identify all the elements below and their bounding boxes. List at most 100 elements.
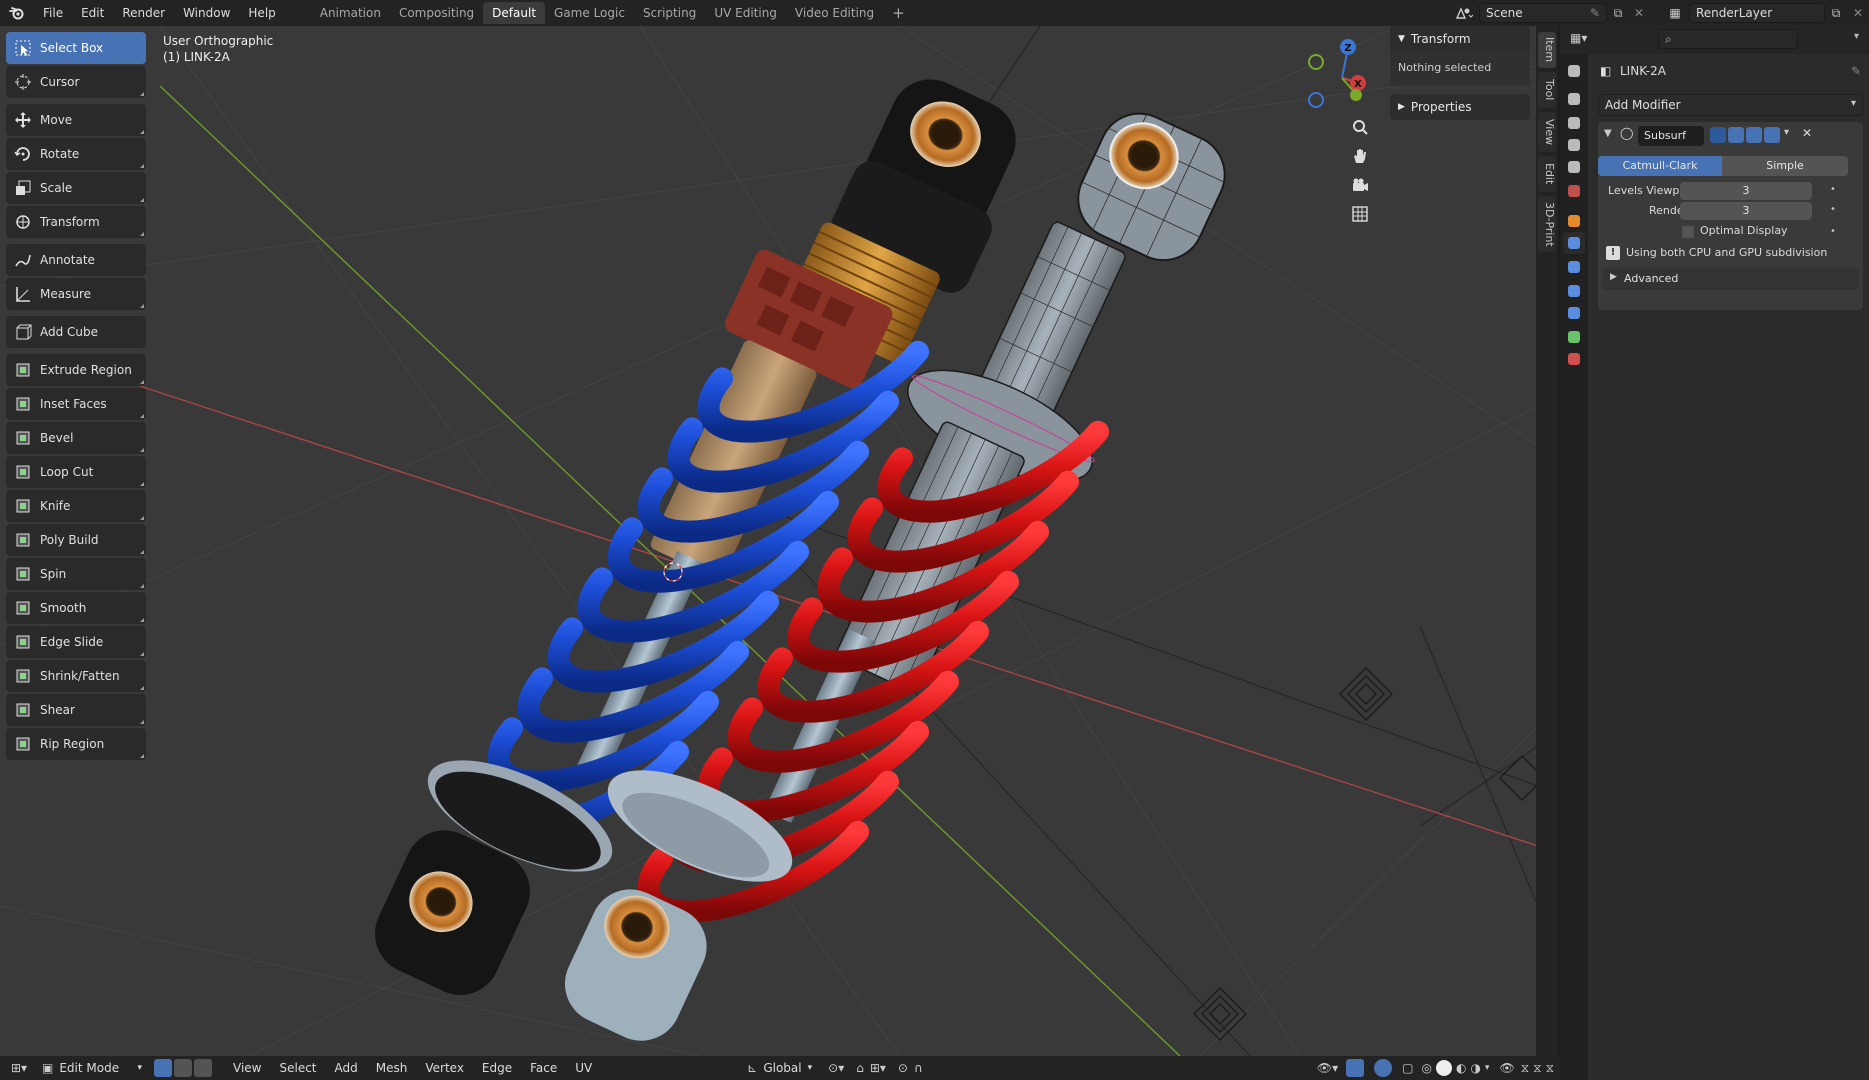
optimal-display-checkbox[interactable] [1682, 226, 1694, 238]
delete-view-layer-icon[interactable]: ✕ [1847, 6, 1869, 20]
tool-shrink-fatten[interactable]: Shrink/Fatten [6, 660, 146, 692]
tool-extrude-region[interactable]: Extrude Region [6, 354, 146, 386]
particles-icon[interactable] [1563, 256, 1585, 278]
menu-help[interactable]: Help [239, 0, 284, 26]
constraints-icon[interactable] [1563, 302, 1585, 324]
scene-name-field[interactable]: Scene ✎ [1479, 3, 1607, 23]
edit-mode-toggle-icon[interactable] [1710, 127, 1726, 143]
menu-render[interactable]: Render [113, 0, 174, 26]
tool-edge-slide[interactable]: Edge Slide [6, 626, 146, 658]
workspace-tab-scripting[interactable]: Scripting [634, 2, 705, 24]
tool-smooth[interactable]: Smooth [6, 592, 146, 624]
simple-button[interactable]: Simple [1722, 156, 1848, 176]
ortho-toggle-grid-icon[interactable] [1347, 201, 1373, 227]
tool-transform[interactable]: Transform [6, 206, 146, 238]
view-layer-field[interactable]: RenderLayer [1689, 3, 1825, 23]
tool-settings-icon[interactable] [1563, 60, 1585, 82]
keyframe-dot-icon[interactable]: • [1830, 226, 1836, 237]
tool-move[interactable]: Move [6, 104, 146, 136]
scene-settings-icon[interactable] [1563, 156, 1585, 178]
workspace-tab-animation[interactable]: Animation [311, 2, 390, 24]
visibility-icon[interactable]: 👁▾ [1317, 1061, 1338, 1075]
levels-viewport-field[interactable]: 3 [1680, 182, 1812, 200]
overlay-toggle-icon[interactable] [1374, 1059, 1393, 1077]
tool-cursor[interactable]: Cursor [6, 66, 146, 98]
face-select-mode-icon[interactable] [194, 1059, 212, 1077]
zoom-icon[interactable] [1347, 114, 1373, 140]
menu-add[interactable]: Add [326, 1061, 367, 1075]
advanced-subpanel[interactable]: ▶ Advanced [1602, 268, 1859, 290]
catmull-clark-button[interactable]: Catmull-Clark [1598, 156, 1722, 176]
tool-loop-cut[interactable]: Loop Cut [6, 456, 146, 488]
render-levels-field[interactable]: 3 [1680, 202, 1812, 220]
mirror-z-icon[interactable]: ⧖ [1546, 1061, 1554, 1076]
physics-icon[interactable] [1563, 280, 1585, 302]
workspace-tab-uv-editing[interactable]: UV Editing [705, 2, 786, 24]
object-data-icon[interactable] [1563, 326, 1585, 348]
menu-mesh[interactable]: Mesh [367, 1061, 417, 1075]
material-shading-icon[interactable]: ◐ [1456, 1061, 1466, 1075]
wireframe-shading-icon[interactable]: ◎ [1421, 1061, 1431, 1075]
gizmo-toggle-icon[interactable] [1346, 1059, 1365, 1077]
pin-icon[interactable]: ✎ [1851, 64, 1861, 78]
xray-toggle-icon[interactable]: ▢ [1402, 1061, 1413, 1075]
tab-item[interactable]: Item [1538, 32, 1556, 68]
blender-logo-icon[interactable] [0, 6, 34, 20]
pivot-point-icon[interactable]: ⊙▾ [828, 1061, 844, 1075]
add-workspace-button[interactable]: + [883, 2, 914, 24]
tab-tool[interactable]: Tool [1538, 72, 1556, 108]
workspace-tab-compositing[interactable]: Compositing [390, 2, 483, 24]
tool-annotate[interactable]: Annotate [6, 244, 146, 276]
modifier-menu-icon[interactable]: ▾ [1784, 127, 1789, 138]
workspace-tab-default[interactable]: Default [483, 2, 546, 24]
output-settings-icon[interactable] [1563, 112, 1585, 134]
viewport-toggle-icon[interactable] [1746, 127, 1762, 143]
edge-select-mode-icon[interactable] [174, 1059, 192, 1077]
keyframe-dot-icon[interactable]: • [1830, 204, 1836, 215]
properties-panel-header[interactable]: ▶ Properties [1390, 94, 1530, 120]
solid-shading-icon[interactable] [1435, 1060, 1452, 1076]
new-scene-icon[interactable]: ⧉ [1607, 6, 1629, 21]
menu-file[interactable]: File [34, 0, 72, 26]
workspace-tab-game-logic[interactable]: Game Logic [545, 2, 634, 24]
tool-knife[interactable]: Knife [6, 490, 146, 522]
tool-measure[interactable]: Measure [6, 278, 146, 310]
3d-viewport[interactable]: Select Box Cursor Move Rotate Scale Transform… [0, 26, 1538, 1056]
pin-icon[interactable]: ✎ [1590, 6, 1600, 20]
mirror-y-icon[interactable]: ⧖ [1533, 1061, 1541, 1076]
modifier-settings-icon[interactable] [1563, 232, 1585, 254]
snap-target-icon[interactable]: ⊞▾ [870, 1061, 886, 1075]
transform-panel-header[interactable]: ▼ Transform [1390, 26, 1530, 52]
proportional-edit-icon[interactable]: ⊙ [898, 1061, 908, 1075]
pan-hand-icon[interactable] [1347, 143, 1373, 169]
options-chevron-icon[interactable]: ▾ [1854, 31, 1859, 42]
tab-edit[interactable]: Edit [1538, 156, 1556, 192]
view-layer-icon[interactable]: ▦ [1661, 6, 1689, 20]
keyframe-dot-icon[interactable]: • [1830, 184, 1836, 195]
tool-select-box[interactable]: Select Box [6, 32, 146, 64]
remove-modifier-icon[interactable]: ✕ [1802, 126, 1812, 140]
tool-poly-build[interactable]: Poly Build [6, 524, 146, 556]
rendered-shading-icon[interactable]: ◑ [1470, 1061, 1480, 1075]
editor-type-icon[interactable]: ▦▾ [1570, 31, 1587, 45]
tab-3d-print[interactable]: 3D-Print [1538, 196, 1556, 252]
menu-select[interactable]: Select [270, 1061, 325, 1075]
view-layer-icon[interactable] [1563, 134, 1585, 156]
new-view-layer-icon[interactable]: ⧉ [1825, 6, 1847, 21]
tool-rip-region[interactable]: Rip Region [6, 728, 146, 760]
tool-spin[interactable]: Spin [6, 558, 146, 590]
transform-orientation-dropdown[interactable]: ⊾ Global ▾ [741, 1061, 818, 1075]
tool-add-cube[interactable]: Add Cube [6, 316, 146, 348]
collapse-chevron-icon[interactable]: ▼ [1604, 128, 1612, 139]
tool-rotate[interactable]: Rotate [6, 138, 146, 170]
menu-view[interactable]: View [224, 1061, 270, 1075]
world-settings-icon[interactable] [1563, 180, 1585, 202]
mirror-x-icon[interactable]: ⧖ [1521, 1061, 1529, 1076]
editor-type-icon[interactable]: ⊞▾ [0, 1061, 38, 1075]
render-toggle-icon[interactable] [1764, 127, 1780, 143]
mesh-edit-overlays-icon[interactable]: 👁 [1499, 1061, 1514, 1075]
render-settings-icon[interactable] [1563, 88, 1585, 110]
tab-view[interactable]: View [1538, 112, 1556, 152]
snap-icon[interactable]: ⌂ [856, 1061, 864, 1075]
object-settings-icon[interactable] [1563, 210, 1585, 232]
